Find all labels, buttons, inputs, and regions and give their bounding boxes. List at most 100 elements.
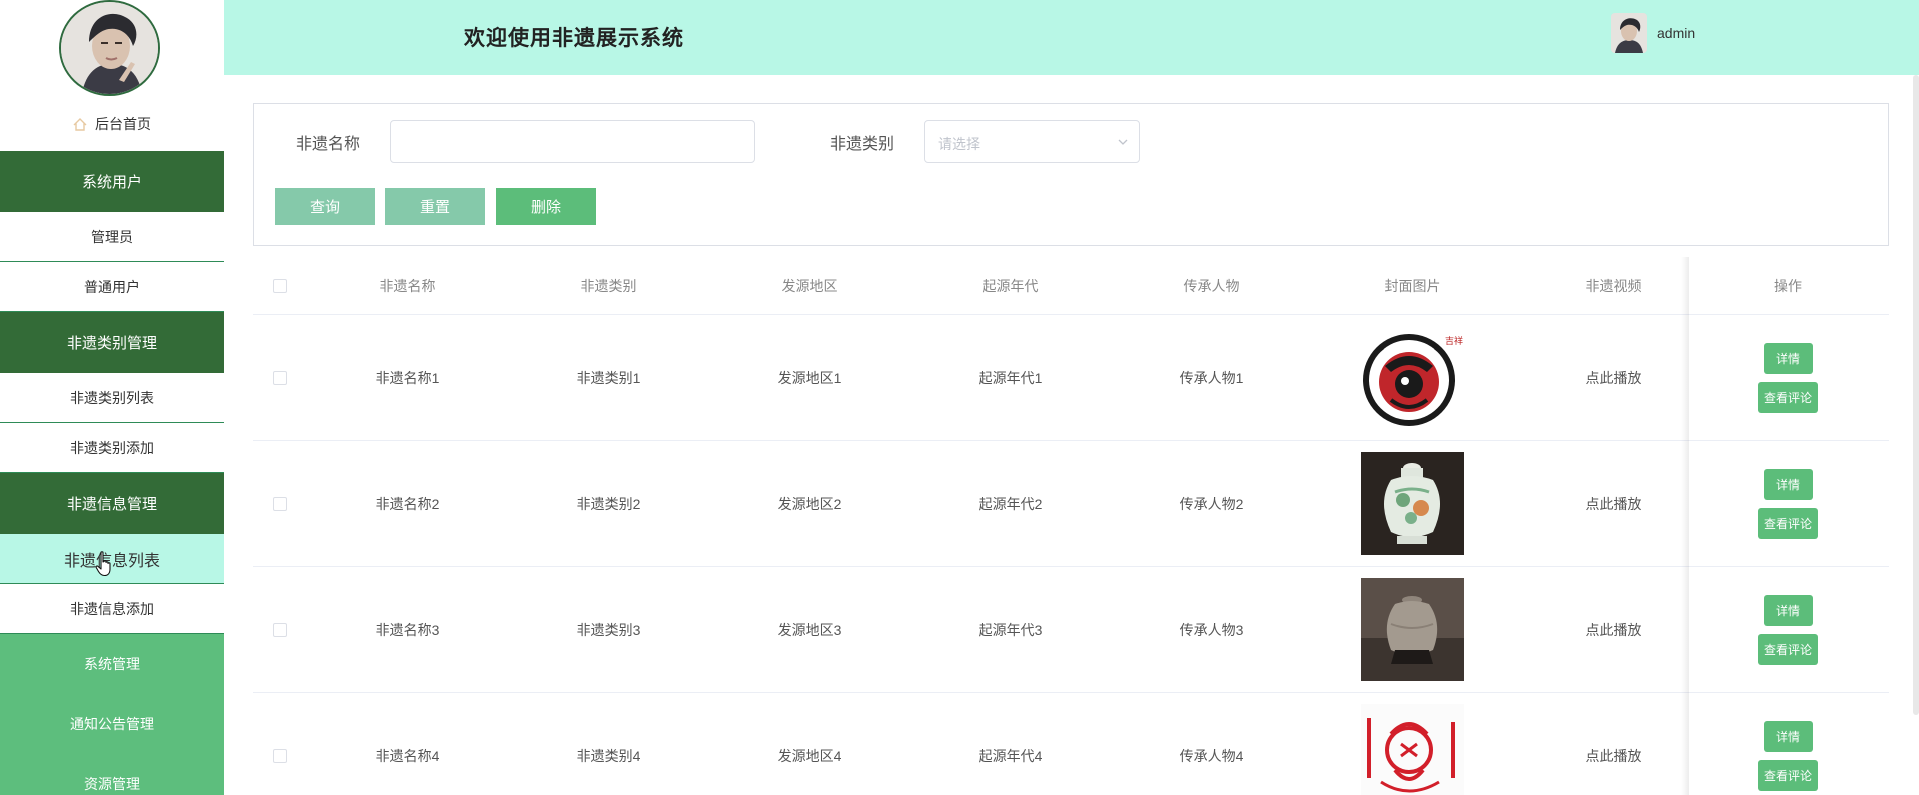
sidebar-home-link[interactable]: 后台首页 <box>0 110 224 138</box>
detail-button[interactable]: 详情 <box>1763 468 1813 500</box>
sidebar-home-label: 后台首页 <box>95 116 151 132</box>
table-row: 非遗名称4 非遗类别4 发源地区4 起源年代4 传承人物4 点此播放 详情 查看… <box>253 693 1889 795</box>
avatar[interactable] <box>59 0 160 96</box>
name-search-input[interactable] <box>390 120 755 163</box>
column-header: 起源年代 <box>982 277 1039 294</box>
sidebar-item-resource-management[interactable]: 资源管理 <box>0 754 224 795</box>
sidebar-item-label: 非遗类别添加 <box>70 439 154 456</box>
type-select-placeholder: 请选择 <box>938 136 980 152</box>
row-checkbox-cell <box>253 567 307 692</box>
cell-type: 非遗类别1 <box>576 369 641 386</box>
query-button[interactable]: 查询 <box>275 188 375 225</box>
row-checkbox[interactable] <box>273 748 287 763</box>
cell-type: 非遗类别3 <box>576 621 641 638</box>
row-checkbox[interactable] <box>273 622 287 637</box>
sidebar-item-system-management[interactable]: 系统管理 <box>0 634 224 694</box>
fixed-column-shadow <box>1681 257 1689 795</box>
view-comments-button[interactable]: 查看评论 <box>1758 759 1818 791</box>
table-row: 非遗名称1 非遗类别1 发源地区1 起源年代1 传承人物1 吉祥 点此播放 详情… <box>253 315 1889 441</box>
sidebar-item-normal-users[interactable]: 普通用户 <box>0 262 224 312</box>
row-actions: 详情 查看评论 <box>1687 693 1889 795</box>
cell-era: 起源年代2 <box>978 495 1043 512</box>
cover-image-red-paper-cut <box>1361 704 1464 795</box>
cell-person: 传承人物2 <box>1179 495 1244 512</box>
cell-type: 非遗类别4 <box>576 747 641 764</box>
cell-person: 传承人物3 <box>1179 621 1244 638</box>
row-checkbox[interactable] <box>273 496 287 511</box>
sidebar-group-label: 非遗类别管理 <box>66 335 157 352</box>
username: admin <box>1657 25 1696 41</box>
cell-era: 起源年代4 <box>978 747 1043 764</box>
cell-cover: 吉祥 <box>1312 315 1513 440</box>
sidebar-group-label: 非遗信息管理 <box>66 496 157 513</box>
cell-cover <box>1312 693 1513 795</box>
user-menu[interactable]: admin <box>1611 13 1695 53</box>
delete-button[interactable]: 删除 <box>496 188 596 225</box>
row-checkbox[interactable] <box>273 370 287 385</box>
type-select[interactable]: 请选择 <box>924 120 1140 163</box>
cell-type: 非遗类别2 <box>576 495 641 512</box>
cell-era: 起源年代1 <box>978 369 1043 386</box>
sidebar-item-label: 非遗信息列表 <box>63 552 160 570</box>
column-header: 传承人物 <box>1183 277 1240 294</box>
row-actions: 详情 查看评论 <box>1687 315 1889 440</box>
sidebar-item-admins[interactable]: 管理员 <box>0 212 224 262</box>
column-header: 封面图片 <box>1384 277 1441 294</box>
view-comments-button[interactable]: 查看评论 <box>1758 507 1818 539</box>
cell-era: 起源年代3 <box>978 621 1043 638</box>
name-field-label: 非遗名称 <box>296 136 361 153</box>
cell-name: 非遗名称3 <box>375 621 440 638</box>
column-header: 发源地区 <box>781 277 838 294</box>
reset-button[interactable]: 重置 <box>385 188 485 225</box>
cell-person: 传承人物1 <box>1179 369 1244 386</box>
sidebar-item-category-list[interactable]: 非遗类别列表 <box>0 373 224 423</box>
cell-region: 发源地区1 <box>777 369 842 386</box>
cell-name: 非遗名称1 <box>375 369 440 386</box>
sidebar-item-label: 非遗信息添加 <box>70 600 154 617</box>
row-checkbox-cell <box>253 315 307 440</box>
sidebar-item-category-add[interactable]: 非遗类别添加 <box>0 423 224 473</box>
row-actions: 详情 查看评论 <box>1687 441 1889 566</box>
column-header: 非遗类别 <box>580 277 637 294</box>
sidebar-item-label: 普通用户 <box>84 278 140 295</box>
page-scrollbar[interactable] <box>1913 75 1919 715</box>
cell-region: 发源地区3 <box>777 621 842 638</box>
sidebar-item-label: 管理员 <box>91 228 133 245</box>
sidebar-group-category-management[interactable]: 非遗类别管理 <box>0 312 224 373</box>
sidebar-item-label: 资源管理 <box>84 776 140 792</box>
cover-image-porcelain-jar <box>1361 452 1464 555</box>
cell-region: 发源地区2 <box>777 495 842 512</box>
sidebar-menu: 系统用户 管理员 普通用户 非遗类别管理 非遗类别列表 非遗类别添加 非遗信息管… <box>0 151 224 795</box>
sidebar-item-info-add[interactable]: 非遗信息添加 <box>0 584 224 634</box>
detail-button[interactable]: 详情 <box>1763 720 1813 752</box>
cell-person: 传承人物4 <box>1179 747 1244 764</box>
table-header-row: 非遗名称 非遗类别 发源地区 起源年代 传承人物 封面图片 非遗视频 操作 <box>253 257 1889 315</box>
user-avatar[interactable] <box>1611 13 1647 53</box>
detail-button[interactable]: 详情 <box>1763 594 1813 626</box>
cell-name: 非遗名称2 <box>375 495 440 512</box>
chevron-down-icon <box>1118 139 1128 145</box>
sidebar-item-label: 系统管理 <box>84 656 140 672</box>
cover-image-clay-pot <box>1361 578 1464 681</box>
page-title: 欢迎使用非遗展示系统 <box>464 27 684 50</box>
sidebar-item-label: 非遗类别列表 <box>70 389 154 406</box>
sidebar-group-info-management[interactable]: 非遗信息管理 <box>0 473 224 534</box>
sidebar-item-label: 通知公告管理 <box>70 716 154 732</box>
table-row: 非遗名称2 非遗类别2 发源地区2 起源年代2 传承人物2 点此播放 详情 查看… <box>253 441 1889 567</box>
view-comments-button[interactable]: 查看评论 <box>1758 633 1818 665</box>
header-checkbox-cell <box>253 257 307 314</box>
top-bar: 欢迎使用非遗展示系统 admin <box>224 0 1919 75</box>
sidebar-group-system-users[interactable]: 系统用户 <box>0 151 224 212</box>
view-comments-button[interactable]: 查看评论 <box>1758 381 1818 413</box>
home-icon <box>73 117 87 131</box>
sidebar-item-notice-management[interactable]: 通知公告管理 <box>0 694 224 754</box>
svg-text:吉祥: 吉祥 <box>1445 335 1463 347</box>
row-checkbox-cell <box>253 693 307 795</box>
table-row: 非遗名称3 非遗类别3 发源地区3 起源年代3 传承人物3 点此播放 详情 查看… <box>253 567 1889 693</box>
data-table: 非遗名称 非遗类别 发源地区 起源年代 传承人物 封面图片 非遗视频 操作 非遗… <box>253 257 1889 795</box>
select-all-checkbox[interactable] <box>273 278 287 293</box>
cell-name: 非遗名称4 <box>375 747 440 764</box>
sidebar-item-info-list[interactable]: 非遗信息列表 <box>0 534 224 584</box>
detail-button[interactable]: 详情 <box>1763 342 1813 374</box>
search-panel: 非遗名称 非遗类别 请选择 查询 重置 删除 <box>253 103 1889 246</box>
